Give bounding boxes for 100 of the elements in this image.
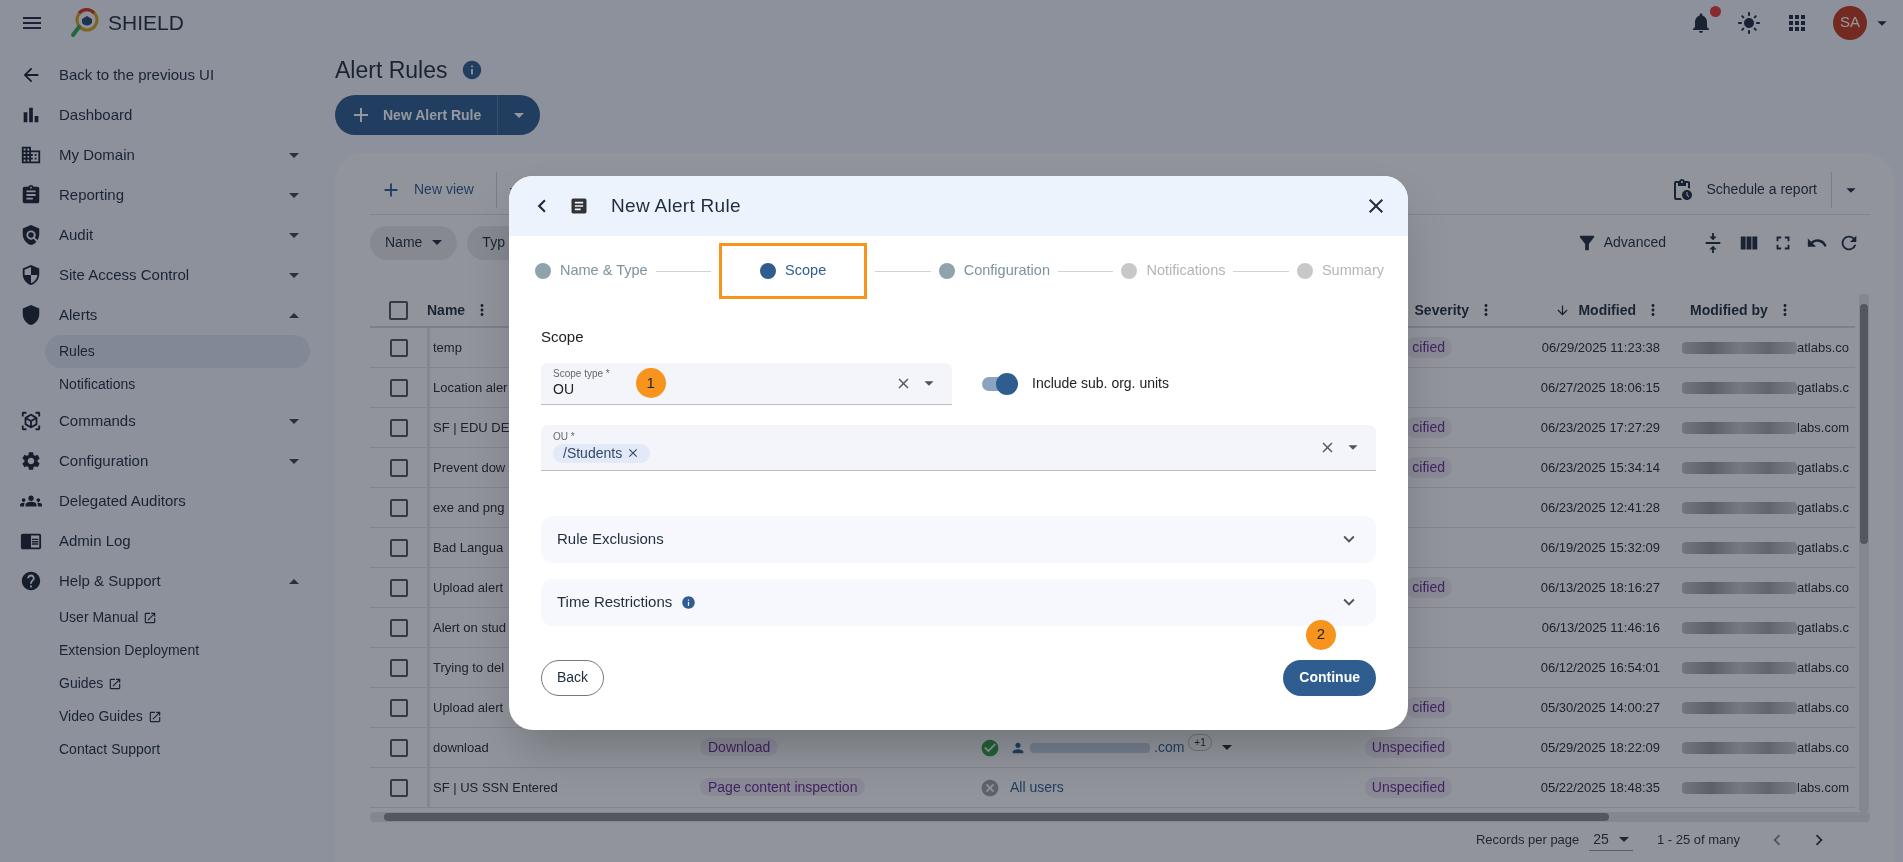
table-cell-text: 06/13/2025 11:46:16 <box>1541 618 1660 637</box>
sidebar-subitem[interactable]: Rules <box>45 335 310 368</box>
sidebar-item[interactable]: Help & Support <box>0 561 335 601</box>
table-cell-text: 06/13/2025 18:16:27 <box>1540 578 1660 597</box>
sidebar-item[interactable]: Delegated Auditors <box>0 481 335 521</box>
caret-down-icon[interactable] <box>289 458 299 464</box>
table-cell-text: Prevent dow <box>433 458 506 477</box>
avatar[interactable]: SA <box>1833 5 1867 40</box>
table-cell-text: 06/23/2025 12:41:28 <box>1540 498 1660 517</box>
sidebar-item[interactable]: Alerts <box>0 295 335 335</box>
table-cell-text: atlabs.co <box>1797 658 1850 677</box>
table-cell-text: download <box>433 738 489 757</box>
shield-alert-icon <box>20 304 42 326</box>
checkbox[interactable] <box>389 538 408 557</box>
page-range: 1 - 25 of many <box>1656 831 1740 850</box>
new-alert-rule-button[interactable]: New Alert Rule <box>335 95 540 135</box>
sidebar-item[interactable]: Commands <box>0 401 335 441</box>
vertical-scrollbar[interactable] <box>1859 294 1869 812</box>
caret-down-icon[interactable] <box>1618 837 1629 842</box>
sidebar-item[interactable]: Configuration <box>0 441 335 481</box>
page-title: Alert Rules <box>335 55 448 85</box>
checkbox[interactable] <box>389 738 408 757</box>
ou-select[interactable]: OU * /Students <box>541 424 1376 471</box>
table-cell-text: gatlabs.c <box>1797 618 1850 637</box>
checkbox[interactable] <box>389 300 408 320</box>
checkbox[interactable] <box>389 698 408 717</box>
filter-chip[interactable]: Name <box>370 225 458 260</box>
step-marker: 1 <box>635 368 666 398</box>
sidebar-item[interactable]: Reporting <box>0 175 335 215</box>
caret-down-icon[interactable] <box>1221 745 1232 750</box>
table-cell-text: atlabs.co <box>1797 698 1850 717</box>
schedule-report-button[interactable]: Schedule a report <box>1670 177 1831 202</box>
table-cell-text: temp <box>433 338 462 357</box>
continue-button[interactable]: Continue <box>1283 659 1376 696</box>
checkbox[interactable] <box>389 498 408 517</box>
checkbox[interactable] <box>389 338 408 357</box>
records-per-page-label: Records per page <box>1475 831 1580 850</box>
sidebar-item[interactable]: Site Access Control <box>0 255 335 295</box>
caret-up-icon[interactable] <box>289 578 299 584</box>
column-header[interactable]: Name <box>427 299 466 321</box>
checkbox[interactable] <box>389 378 408 397</box>
clipboard-icon <box>20 184 42 206</box>
scope-link[interactable]: All users <box>1010 777 1064 798</box>
sidebar-subitem[interactable]: User Manual <box>45 601 310 634</box>
caret-down-icon[interactable] <box>289 152 299 158</box>
column-header[interactable]: Modified <box>1578 299 1636 321</box>
sidebar-subitem[interactable]: Notifications <box>45 368 310 401</box>
type-tag: Download <box>700 738 779 756</box>
step[interactable]: Scope <box>719 243 868 299</box>
cube-icon <box>20 410 42 432</box>
sidebar-item[interactable]: My Domain <box>0 135 335 175</box>
caret-down-icon[interactable] <box>289 232 299 238</box>
severity-tag: cified <box>1405 577 1452 598</box>
sidebar-subitem[interactable]: Contact Support <box>45 733 310 766</box>
per-page-select[interactable]: 25 <box>1589 829 1633 851</box>
accordion-header[interactable]: Rule Exclusions <box>541 515 1376 563</box>
checkbox[interactable] <box>389 618 408 637</box>
accordion-header[interactable]: Time Restrictions <box>541 578 1376 626</box>
table-cell-text: SF | EDU DE <box>433 418 510 437</box>
checkbox[interactable] <box>389 418 408 437</box>
sidebar-item[interactable]: Audit <box>0 215 335 255</box>
caret-down-icon[interactable] <box>432 240 443 245</box>
caret-up-icon[interactable] <box>289 312 299 318</box>
caret-down-icon[interactable] <box>289 272 299 278</box>
checkbox[interactable] <box>389 658 408 677</box>
sidebar-item[interactable]: Admin Log <box>0 521 335 561</box>
checkbox[interactable] <box>389 778 408 797</box>
table-cell-text: 06/12/2025 16:54:01 <box>1540 658 1660 677</box>
sidebar-item[interactable]: Back to the previous UI <box>0 55 335 95</box>
type-tag: Page content inspection <box>700 778 866 796</box>
checkbox[interactable] <box>389 578 408 597</box>
table-cell-text: .com <box>1154 738 1185 757</box>
sun-icon[interactable] <box>1737 10 1761 35</box>
sidebar-subitem[interactable]: Video Guides <box>45 700 310 733</box>
building-icon <box>20 144 42 166</box>
table-cell-text: Trying to del <box>433 658 505 677</box>
severity-tag: Unspecified <box>1364 777 1452 798</box>
scope-type-select[interactable]: Scope type * OU 1 <box>541 362 952 405</box>
new-view-button[interactable]: New view <box>370 178 484 201</box>
table-cell-text: 06/29/2025 11:23:38 <box>1541 338 1660 357</box>
ou-chip[interactable]: /Students <box>553 443 651 463</box>
info-icon[interactable] <box>461 59 484 81</box>
table-cell-text: atlabs.co <box>1797 578 1850 597</box>
toggle-label: Include sub. org. units <box>1032 374 1169 393</box>
checkbox[interactable] <box>389 458 408 477</box>
caret-down-icon[interactable] <box>289 192 299 198</box>
table-cell-text: 05/29/2025 18:22:09 <box>1540 738 1660 757</box>
sidebar-item[interactable]: Dashboard <box>0 95 335 135</box>
advanced-filter-button[interactable]: Advanced <box>1575 231 1666 254</box>
document-icon <box>569 196 589 216</box>
severity-tag: cified <box>1405 457 1452 478</box>
step[interactable]: Configuration <box>938 243 1050 299</box>
column-header[interactable]: Severity <box>1414 299 1469 321</box>
caret-down-icon[interactable] <box>289 418 299 424</box>
sidebar-subitem[interactable]: Guides <box>45 667 310 700</box>
horizontal-scrollbar[interactable] <box>370 812 1870 822</box>
dialog-title: New Alert Rule <box>611 193 741 218</box>
sidebar-subitem[interactable]: Extension Deployment <box>45 634 310 667</box>
column-header[interactable]: Modified by <box>1690 299 1768 321</box>
table-cell-text: 06/23/2025 15:34:14 <box>1540 458 1660 477</box>
